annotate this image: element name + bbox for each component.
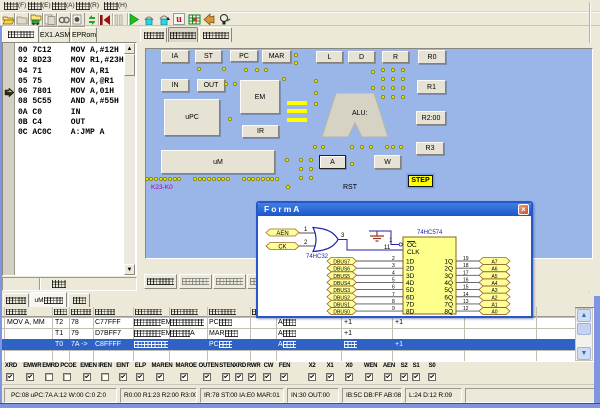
svg-text:13: 13 [463, 299, 469, 305]
svg-text:A0: A0 [491, 310, 497, 316]
svg-text:4Q: 4Q [444, 280, 453, 287]
svg-text:1D: 1D [406, 259, 415, 266]
svg-text:17: 17 [463, 270, 469, 276]
svg-text:OC: OC [407, 242, 417, 249]
svg-text:7Q: 7Q [444, 301, 453, 308]
svg-text:3: 3 [392, 263, 395, 269]
svg-text:19: 19 [463, 256, 469, 262]
svg-text:5: 5 [392, 277, 395, 283]
svg-text:2: 2 [304, 240, 308, 246]
svg-text:6D: 6D [406, 294, 415, 301]
svg-text:AEN: AEN [276, 231, 288, 237]
svg-text:74HC32: 74HC32 [306, 254, 329, 260]
svg-text:8D: 8D [406, 309, 415, 316]
svg-text:9: 9 [392, 306, 395, 312]
svg-text:1: 1 [304, 227, 308, 233]
svg-text:2Q: 2Q [444, 266, 453, 273]
svg-text:4D: 4D [406, 280, 415, 287]
svg-text:ALU:: ALU: [352, 110, 368, 117]
svg-text:2: 2 [392, 256, 395, 262]
svg-text:CLK: CLK [407, 249, 420, 256]
svg-text:3: 3 [341, 233, 345, 239]
svg-text:8Q: 8Q [444, 309, 453, 316]
svg-text:1Q: 1Q [444, 259, 453, 266]
svg-text:11: 11 [384, 245, 391, 251]
svg-text:74HC574: 74HC574 [417, 230, 443, 236]
svg-text:5D: 5D [406, 287, 415, 294]
svg-text:15: 15 [463, 285, 469, 291]
svg-text:DBUS0: DBUS0 [333, 310, 350, 316]
svg-text:6Q: 6Q [444, 294, 453, 301]
svg-text:12: 12 [463, 306, 469, 312]
svg-text:2D: 2D [406, 266, 415, 273]
svg-text:18: 18 [463, 263, 469, 269]
svg-text:3Q: 3Q [444, 273, 453, 280]
svg-text:14: 14 [463, 292, 469, 298]
svg-text:CK: CK [278, 245, 286, 251]
svg-text:1: 1 [389, 238, 393, 244]
svg-text:16: 16 [463, 277, 469, 283]
svg-text:7D: 7D [406, 301, 415, 308]
svg-text:6: 6 [392, 285, 395, 291]
svg-text:4: 4 [392, 270, 395, 276]
svg-text:3D: 3D [406, 273, 415, 280]
svg-text:5Q: 5Q [444, 287, 453, 294]
svg-text:8: 8 [392, 299, 395, 305]
svg-text:7: 7 [392, 292, 395, 298]
